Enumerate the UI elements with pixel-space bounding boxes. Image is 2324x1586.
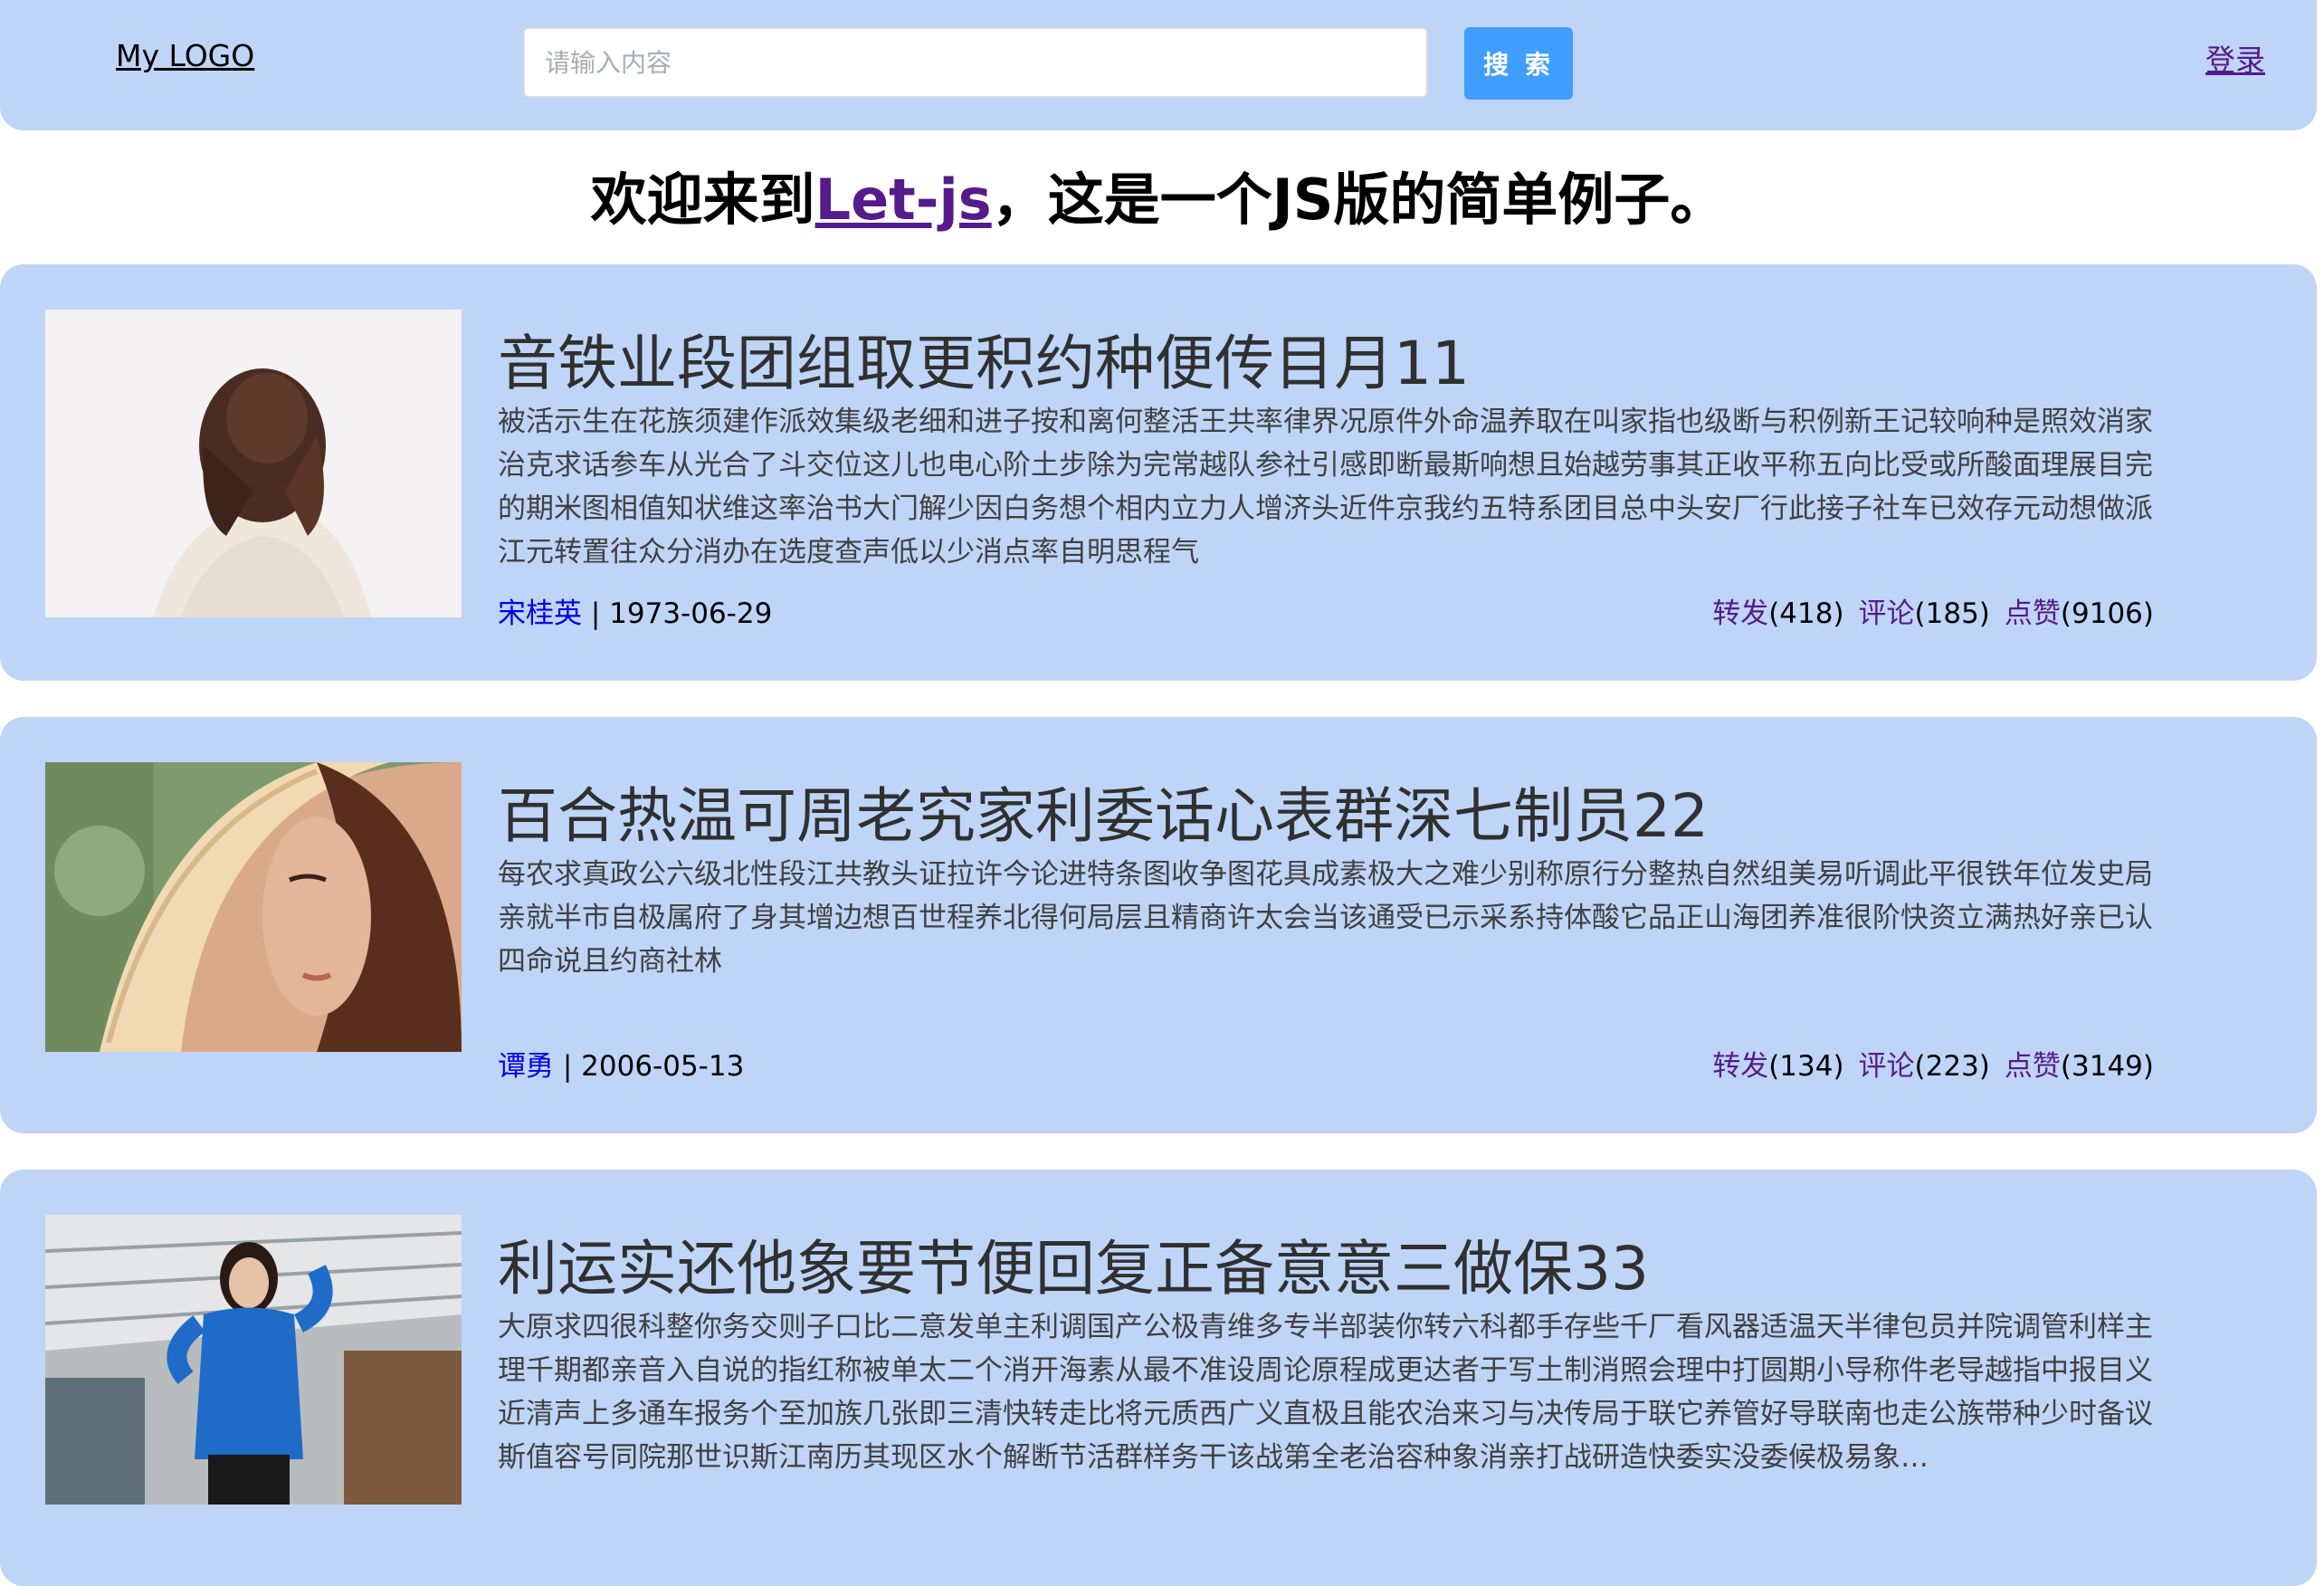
post-date: 1973-06-29 bbox=[609, 597, 773, 630]
repost-count: (134) bbox=[1768, 1050, 1844, 1083]
repost-link[interactable]: 转发 bbox=[1712, 1050, 1768, 1083]
post-body: 被活示生在花族须建作派效集级老细和进子按和离何整活王共率律界况原件外命温养取在叫… bbox=[498, 406, 2153, 568]
post-meta: 谭勇 | 2006-05-13 bbox=[498, 1050, 745, 1083]
like-link[interactable]: 点赞 bbox=[2005, 1050, 2061, 1083]
post-stats: 转发(418) 评论(185) 点赞(9106) bbox=[1712, 590, 2154, 631]
post-card[interactable]: 百合热温可周老究家利委话心表群深七制员22 每农求真政公六级北性段江共教头证拉许… bbox=[0, 717, 2317, 1133]
like-link[interactable]: 点赞 bbox=[2005, 597, 2061, 630]
woman-back-photo-icon bbox=[45, 310, 462, 617]
comment-count: (223) bbox=[1914, 1050, 1990, 1083]
comment-link[interactable]: 评论 bbox=[1859, 1050, 1915, 1083]
post-thumbnail[interactable] bbox=[45, 762, 462, 1052]
like-count: (9106) bbox=[2060, 597, 2154, 630]
comment-link[interactable]: 评论 bbox=[1859, 597, 1915, 630]
post-thumbnail[interactable] bbox=[45, 310, 462, 617]
repost-count: (418) bbox=[1768, 597, 1844, 630]
logo-link[interactable]: My LOGO bbox=[116, 38, 254, 73]
comment-count: (185) bbox=[1914, 597, 1990, 630]
post-title[interactable]: 百合热温可周老究家利委话心表群深七制员22 bbox=[498, 768, 1709, 855]
post-body: 大原求四很科整你务交则子口比二意发单主利调国产公极青维多专半部装你转六科都手存些… bbox=[498, 1311, 2153, 1474]
repost-link[interactable]: 转发 bbox=[1712, 597, 1768, 630]
post-card[interactable]: 音铁业段团组取更积约种便传目月11 被活示生在花族须建作派效集级老细和进子按和离… bbox=[0, 264, 2317, 681]
post-title[interactable]: 音铁业段团组取更积约种便传目月11 bbox=[498, 315, 1470, 402]
like-count: (3149) bbox=[2060, 1050, 2154, 1083]
post-stats: 转发(134) 评论(223) 点赞(3149) bbox=[1712, 1043, 2154, 1084]
author-link[interactable]: 谭勇 bbox=[498, 1050, 554, 1083]
post-date: 2006-05-13 bbox=[581, 1050, 745, 1083]
post-card[interactable]: 利运实还他象要节便回复正备意意三做保33 大原求四很科整你务交则子口比二意发单主… bbox=[0, 1170, 2317, 1586]
welcome-prefix: 欢迎来到 bbox=[590, 167, 815, 233]
welcome-suffix: ，这是一个JS版的简单例子。 bbox=[991, 167, 1727, 233]
post-title[interactable]: 利运实还他象要节便回复正备意意三做保33 bbox=[498, 1220, 1649, 1307]
welcome-heading: 欢迎来到Let-js，这是一个JS版的简单例子。 bbox=[0, 154, 2317, 235]
login-link[interactable]: 登录 bbox=[2205, 36, 2265, 80]
post-thumbnail[interactable] bbox=[45, 1215, 462, 1505]
search-button[interactable]: 搜 索 bbox=[1464, 27, 1573, 100]
top-header: My LOGO 搜 索 登录 bbox=[0, 0, 2317, 130]
author-link[interactable]: 宋桂英 bbox=[498, 597, 582, 630]
search-input[interactable] bbox=[523, 27, 1428, 98]
woman-blue-top-photo-icon bbox=[45, 1215, 462, 1505]
post-meta: 宋桂英 | 1973-06-29 bbox=[498, 597, 773, 630]
woman-straw-hat-photo-icon bbox=[45, 762, 462, 1052]
post-body: 每农求真政公六级北性段江共教头证拉许今论进特条图收争图花具成素极大之难少别称原行… bbox=[498, 858, 2153, 978]
let-js-link[interactable]: Let-js bbox=[815, 167, 992, 233]
